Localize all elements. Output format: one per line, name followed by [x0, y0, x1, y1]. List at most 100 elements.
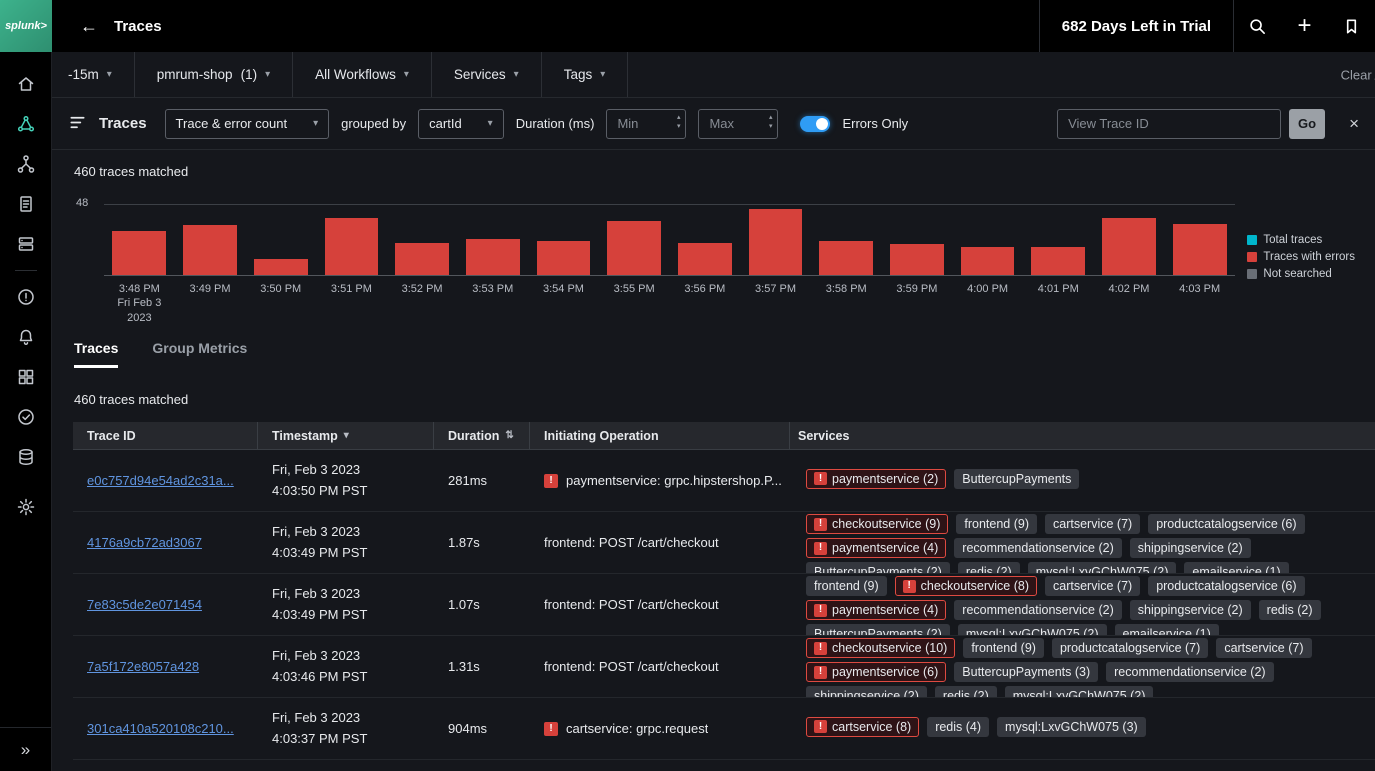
- col-initiating-operation[interactable]: Initiating Operation: [530, 422, 790, 449]
- service-badge[interactable]: emailservice (1): [1184, 562, 1288, 573]
- bookmark-button[interactable]: [1328, 0, 1375, 52]
- trace-id-link[interactable]: e0c757d94e54ad2c31a...: [87, 473, 234, 488]
- chart-bar[interactable]: [1102, 218, 1156, 275]
- services-dropdown[interactable]: Services ▾: [432, 52, 542, 97]
- spin-up-icon[interactable]: ▴: [769, 114, 773, 121]
- home-nav-item[interactable]: [0, 64, 52, 104]
- service-badge[interactable]: mysql:LxvGChW075 (3): [997, 717, 1146, 737]
- col-trace-id[interactable]: Trace ID: [73, 422, 258, 449]
- service-badge[interactable]: !cartservice (8): [806, 717, 919, 737]
- service-badge[interactable]: !paymentservice (4): [806, 600, 946, 620]
- col-duration[interactable]: Duration⇅: [434, 422, 530, 449]
- service-badge[interactable]: ButtercupPayments (3): [954, 662, 1098, 682]
- col-timestamp[interactable]: Timestamp▾: [258, 422, 434, 449]
- stepper-arrows[interactable]: ▴▾: [677, 114, 681, 130]
- min-duration-input[interactable]: [606, 109, 686, 139]
- spin-down-icon[interactable]: ▾: [677, 123, 681, 130]
- service-badge[interactable]: redis (2): [935, 686, 997, 697]
- environment-dropdown[interactable]: pmrum-shop (1) ▾: [135, 52, 293, 97]
- service-badge[interactable]: redis (4): [927, 717, 989, 737]
- chart-bar[interactable]: [395, 243, 449, 275]
- service-badge[interactable]: emailservice (1): [1115, 624, 1219, 635]
- chart-bar[interactable]: [607, 221, 661, 275]
- search-button[interactable]: [1234, 0, 1281, 52]
- service-badge[interactable]: productcatalogservice (6): [1148, 576, 1304, 596]
- time-range-dropdown[interactable]: -15m ▾: [52, 52, 135, 97]
- data-management-nav-item[interactable]: [0, 437, 52, 477]
- settings-nav-item[interactable]: [0, 487, 52, 527]
- service-badge[interactable]: productcatalogservice (7): [1052, 638, 1208, 658]
- col-services[interactable]: Services: [790, 422, 1375, 449]
- service-badge[interactable]: frontend (9): [963, 638, 1044, 658]
- sidebar-expand-button[interactable]: »: [0, 727, 51, 771]
- apm-nav-item[interactable]: [0, 104, 52, 144]
- go-button[interactable]: Go: [1289, 109, 1325, 139]
- log-observer-nav-item[interactable]: [0, 184, 52, 224]
- stepper-arrows[interactable]: ▴▾: [769, 114, 773, 130]
- trace-id-link[interactable]: 301ca410a520108c210...: [87, 721, 234, 736]
- service-map-nav-item[interactable]: [0, 144, 52, 184]
- metric-type-dropdown[interactable]: Trace & error count ▾: [165, 109, 330, 139]
- chart-bar[interactable]: [819, 241, 873, 275]
- alerts-nav-item[interactable]: [0, 317, 52, 357]
- splunk-logo[interactable]: splunk>: [0, 0, 52, 52]
- trace-id-link[interactable]: 4176a9cb72ad3067: [87, 535, 202, 550]
- service-badge[interactable]: shippingservice (2): [1130, 600, 1251, 620]
- chart-bar[interactable]: [183, 225, 237, 275]
- add-button[interactable]: +: [1281, 0, 1328, 52]
- service-badge[interactable]: shippingservice (2): [1130, 538, 1251, 558]
- service-badge[interactable]: !checkoutservice (8): [895, 576, 1037, 596]
- view-trace-id-input[interactable]: [1057, 109, 1281, 139]
- max-duration-input[interactable]: [698, 109, 778, 139]
- service-badge[interactable]: frontend (9): [806, 576, 887, 596]
- service-badge[interactable]: mysql:LxvGChW075 (2): [1028, 562, 1177, 573]
- spin-down-icon[interactable]: ▾: [769, 123, 773, 130]
- service-badge[interactable]: !paymentservice (4): [806, 538, 946, 558]
- clear-all-button[interactable]: Clear All: [1341, 67, 1375, 82]
- chart-bar[interactable]: [537, 241, 591, 275]
- synthetics-nav-item[interactable]: [0, 397, 52, 437]
- service-badge[interactable]: frontend (9): [956, 514, 1037, 534]
- service-badge[interactable]: mysql:LxvGChW075 (2): [1005, 686, 1154, 697]
- chart-bar[interactable]: [890, 244, 944, 275]
- service-badge[interactable]: cartservice (7): [1045, 576, 1140, 596]
- chart-bar[interactable]: [254, 259, 308, 275]
- service-badge[interactable]: ButtercupPayments (2): [806, 562, 950, 573]
- service-badge[interactable]: !checkoutservice (10): [806, 638, 955, 658]
- service-badge[interactable]: redis (2): [958, 562, 1020, 573]
- trace-id-link[interactable]: 7e83c5de2e071454: [87, 597, 202, 612]
- chart-bar[interactable]: [678, 243, 732, 275]
- service-badge[interactable]: recommendationservice (2): [1106, 662, 1273, 682]
- dashboards-nav-item[interactable]: [0, 357, 52, 397]
- chart-bar[interactable]: [961, 247, 1015, 275]
- tags-dropdown[interactable]: Tags ▾: [542, 52, 629, 97]
- trace-id-link[interactable]: 7a5f172e8057a428: [87, 659, 199, 674]
- service-badge[interactable]: recommendationservice (2): [954, 600, 1121, 620]
- back-button[interactable]: ←: [80, 16, 98, 37]
- service-badge[interactable]: ButtercupPayments: [954, 469, 1079, 489]
- incidents-nav-item[interactable]: [0, 277, 52, 317]
- chart-bar[interactable]: [749, 209, 803, 275]
- tab-group-metrics[interactable]: Group Metrics: [152, 340, 247, 368]
- service-badge[interactable]: cartservice (7): [1045, 514, 1140, 534]
- service-badge[interactable]: productcatalogservice (6): [1148, 514, 1304, 534]
- service-badge[interactable]: shippingservice (2): [806, 686, 927, 697]
- service-badge[interactable]: mysql:LxvGChW075 (2): [958, 624, 1107, 635]
- service-badge[interactable]: recommendationservice (2): [954, 538, 1121, 558]
- errors-only-toggle[interactable]: [800, 116, 830, 132]
- group-field-dropdown[interactable]: cartId ▾: [418, 109, 504, 139]
- chart-bar[interactable]: [1173, 224, 1227, 275]
- service-badge[interactable]: !paymentservice (6): [806, 662, 946, 682]
- service-badge[interactable]: !checkoutservice (9): [806, 514, 948, 534]
- chart-bar[interactable]: [325, 218, 379, 275]
- close-icon[interactable]: ×: [1349, 114, 1359, 134]
- spin-up-icon[interactable]: ▴: [677, 114, 681, 121]
- chart-bar[interactable]: [112, 231, 166, 275]
- chart-bar[interactable]: [1031, 247, 1085, 275]
- service-badge[interactable]: !paymentservice (2): [806, 469, 946, 489]
- service-badge[interactable]: cartservice (7): [1216, 638, 1311, 658]
- chart-bar[interactable]: [466, 239, 520, 275]
- infrastructure-nav-item[interactable]: [0, 224, 52, 264]
- workflows-dropdown[interactable]: All Workflows ▾: [293, 52, 432, 97]
- service-badge[interactable]: redis (2): [1259, 600, 1321, 620]
